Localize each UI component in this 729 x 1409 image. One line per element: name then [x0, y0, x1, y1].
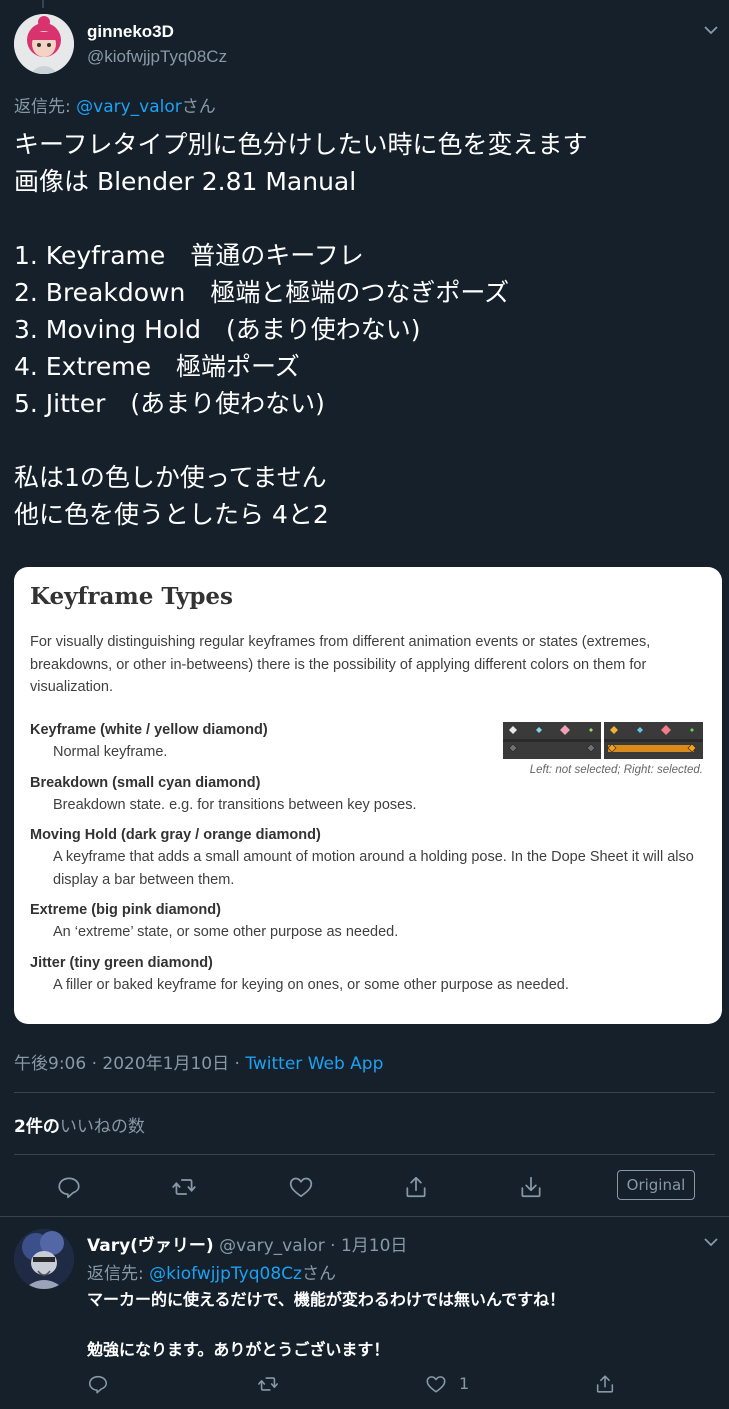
chevron-down-icon[interactable]: [701, 1232, 721, 1252]
share-icon[interactable]: [403, 1174, 429, 1200]
reply-to-prefix: 返信先:: [87, 1264, 150, 1284]
keyframe-type-term: Jitter (tiny green diamond): [30, 954, 213, 971]
keyframe-type-definition: Normal keyframe.: [53, 744, 168, 760]
keyframe-type-item: Keyframe (white / yellow diamond) Normal…: [30, 719, 706, 764]
reply-header: Vary(ヴァリー) @vary_valor · 1月10日: [87, 1231, 407, 1256]
likes-summary[interactable]: 2件のいいねの数: [14, 1112, 145, 1137]
share-icon[interactable]: [594, 1373, 616, 1395]
reply-date[interactable]: · 1月10日: [325, 1236, 407, 1256]
reply-to-link[interactable]: @vary_valor: [76, 97, 182, 117]
divider: [14, 1092, 715, 1093]
author-handle[interactable]: @kiofwjjpTyq08Cz: [87, 47, 227, 67]
keyframe-type-list: Keyframe (white / yellow diamond) Normal…: [30, 719, 706, 1004]
source-app-link[interactable]: Twitter Web App: [245, 1054, 383, 1074]
keyframe-type-item: Jitter (tiny green diamond) A filler or …: [30, 952, 706, 997]
keyframe-type-term: Moving Hold (dark gray / orange diamond): [30, 827, 321, 843]
keyframe-type-term: Keyframe (white / yellow diamond): [30, 722, 268, 738]
keyframe-type-item: Extreme (big pink diamond) An ‘extreme’ …: [30, 899, 706, 944]
likes-label: いいねの数: [59, 1117, 145, 1137]
reply-icon[interactable]: [87, 1373, 109, 1395]
keyframe-type-definition: A filler or baked keyframe for keying on…: [53, 976, 569, 993]
like-icon[interactable]: [288, 1174, 314, 1200]
like-icon[interactable]: [425, 1373, 447, 1395]
reply-avatar[interactable]: [14, 1229, 74, 1289]
keyframe-type-item: Moving Hold (dark gray / orange diamond)…: [30, 824, 706, 891]
reply-to-line: 返信先: @vary_valorさん: [14, 92, 216, 117]
keyframe-type-definition: A keyframe that adds a small amount of m…: [53, 849, 694, 888]
reply-to-suffix: さん: [181, 97, 216, 117]
tweet-header: ginneko3D @kiofwjjpTyq08Cz: [14, 14, 718, 76]
avatar[interactable]: [14, 14, 74, 74]
retweet-icon[interactable]: [171, 1174, 197, 1200]
thread-connector-line: [42, 0, 44, 8]
reply-to-prefix: 返信先:: [14, 97, 77, 117]
doc-intro: For visually distinguishing regular keyf…: [30, 634, 651, 695]
likes-count: 2件の: [14, 1117, 60, 1137]
keyframe-type-definition: An ‘extreme’ state, or some other purpos…: [53, 924, 399, 940]
keyframe-type-term: Breakdown (small cyan diamond): [30, 774, 261, 791]
retweet-icon[interactable]: [257, 1373, 279, 1395]
timestamp-text[interactable]: 午後9:06 · 2020年1月10日 ·: [14, 1054, 245, 1074]
tweet-action-bar: Original: [14, 1166, 715, 1208]
original-button[interactable]: Original: [617, 1170, 695, 1200]
keyframe-type-term: Extreme (big pink diamond): [30, 902, 221, 918]
attached-image[interactable]: Keyframe Types For visually distinguishi…: [14, 567, 722, 1024]
reply-text: マーカー的に使えるだけで、機能が変わるわけでは無いんですね！ 勉強になります。あ…: [87, 1290, 566, 1359]
reply-author-name[interactable]: Vary(ヴァリー): [87, 1236, 214, 1256]
reply-tweet[interactable]: Vary(ヴァリー) @vary_valor · 1月10日 返信先: @kio…: [0, 1217, 729, 1409]
reply-to-line: 返信先: @kiofwjjpTyq08Czさん: [87, 1259, 336, 1284]
author-name[interactable]: ginneko3D: [87, 22, 174, 42]
doc-title: Keyframe Types: [30, 583, 233, 610]
keyframe-type-definition: Breakdown state. e.g. for transitions be…: [53, 796, 417, 813]
divider: [14, 1154, 715, 1155]
tweet-text: キーフレタイプ別に色分けしたい時に色を変えます 画像は Blender 2.81…: [14, 130, 588, 529]
reply-icon[interactable]: [56, 1174, 82, 1200]
keyframe-type-item: Breakdown (small cyan diamond) Breakdown…: [30, 772, 706, 817]
download-icon[interactable]: [518, 1174, 544, 1200]
reply-author-handle[interactable]: @vary_valor: [219, 1236, 325, 1256]
reply-to-suffix: さん: [301, 1264, 336, 1284]
reply-action-bar: 1: [87, 1371, 627, 1401]
chevron-down-icon[interactable]: [701, 20, 721, 40]
tweet-timestamp: 午後9:06 · 2020年1月10日 · Twitter Web App: [14, 1049, 383, 1074]
reply-like-count: 1: [459, 1374, 470, 1393]
reply-to-link[interactable]: @kiofwjjpTyq08Cz: [149, 1264, 302, 1284]
